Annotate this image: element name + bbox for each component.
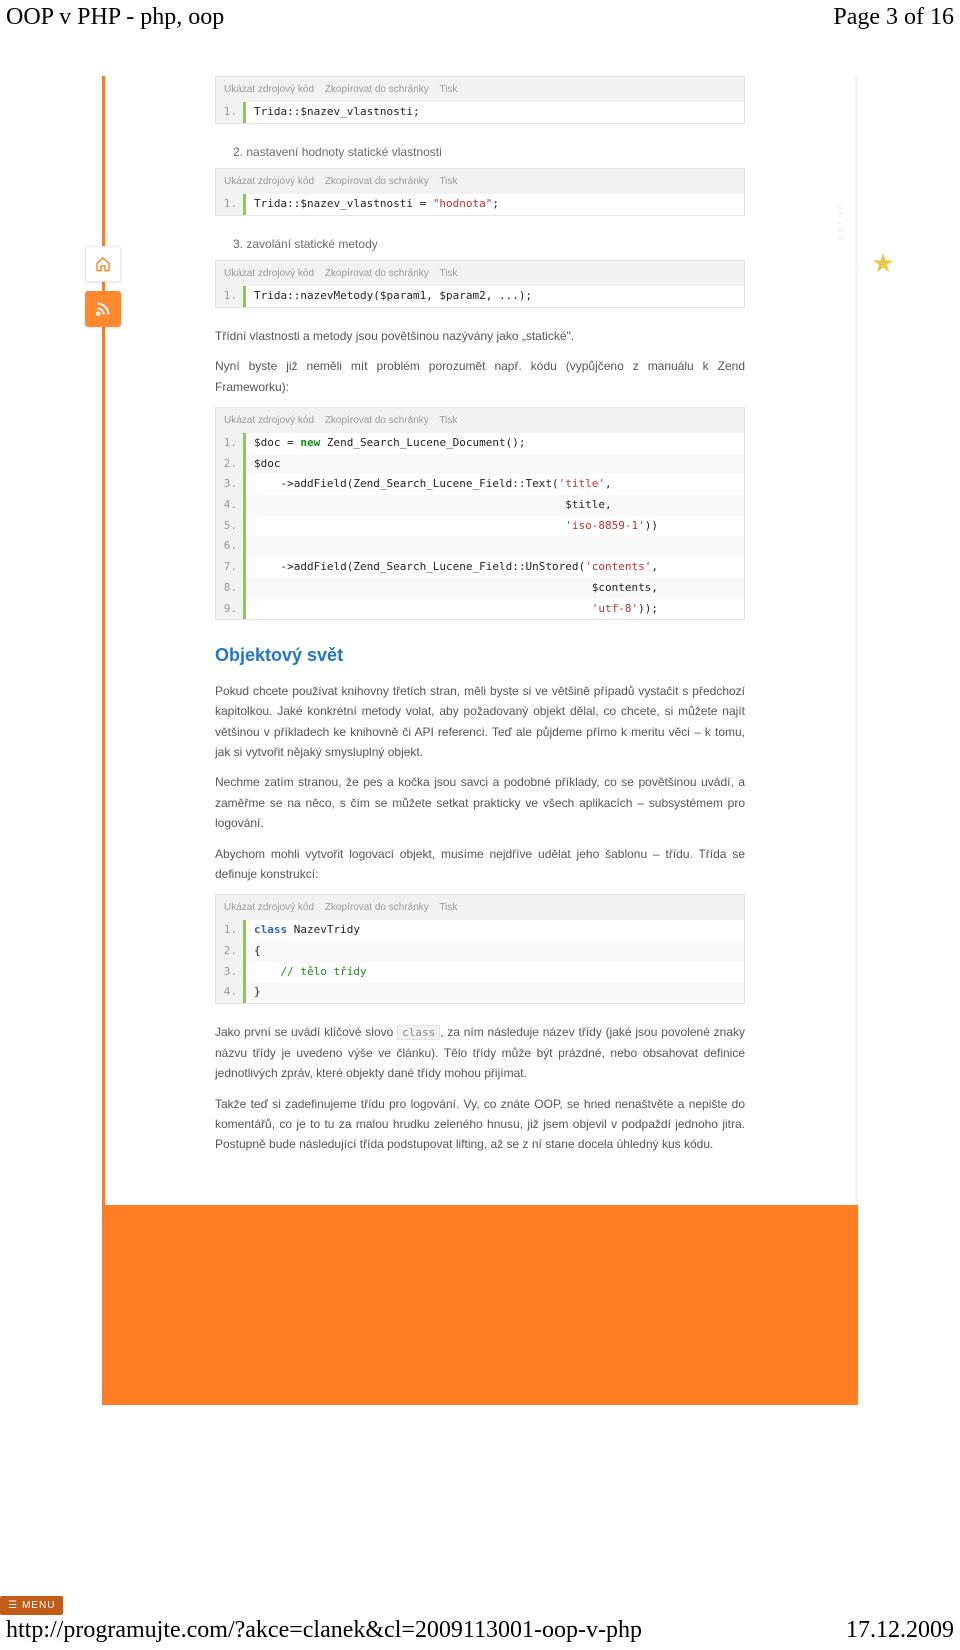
code-toolbar: Ukázat zdrojový kód Zkopírovat do schrán… — [216, 408, 744, 433]
code-toolbar-copy[interactable]: Zkopírovat do schránky — [325, 84, 429, 95]
line-number: 1. — [216, 286, 246, 307]
code-line — [246, 536, 744, 557]
line-number: 3. — [216, 474, 246, 495]
menu-label: MENU — [22, 1600, 55, 1611]
code-toolbar-print[interactable]: Tisk — [439, 176, 457, 187]
footer-url: http://programujte.com/?akce=clanek&cl=2… — [6, 1617, 642, 1644]
code-toolbar: Ukázat zdrojový kód Zkopírovat do schrán… — [216, 169, 744, 194]
section-heading-objektovy-svet: Objektový svět — [215, 640, 745, 671]
paragraph-static: Třídní vlastnosti a metody jsou povětšin… — [215, 326, 745, 346]
page-indicator: Page 3 of 16 — [833, 4, 954, 31]
menu-tab[interactable]: ☰ MENU — [0, 1596, 63, 1615]
line-number: 7. — [216, 557, 246, 578]
article-body: Ukázat zdrojový kód Zkopírovat do schrán… — [105, 76, 855, 1205]
paragraph-intro-1: Pokud chcete používat knihovny třetích s… — [215, 681, 745, 763]
code-line: Trida::$nazev_vlastnosti = "hodnota"; — [246, 194, 744, 215]
paragraph-intro-3: Abychom mohli vytvořit logovací objekt, … — [215, 844, 745, 885]
code-block-3: Ukázat zdrojový kód Zkopírovat do schrán… — [215, 260, 745, 308]
code-toolbar-print[interactable]: Tisk — [439, 902, 457, 913]
code-block-2: Ukázat zdrojový kód Zkopírovat do schrán… — [215, 168, 745, 216]
menu-icon: ☰ — [8, 1600, 18, 1611]
line-number: 2. — [216, 454, 246, 475]
code-toolbar-copy[interactable]: Zkopírovat do schránky — [325, 902, 429, 913]
code-toolbar-show[interactable]: Ukázat zdrojový kód — [224, 176, 314, 187]
code-toolbar-print[interactable]: Tisk — [439, 415, 457, 426]
code-line: 'iso-8859-1')) — [246, 516, 744, 537]
line-number: 4. — [216, 495, 246, 516]
code-toolbar-copy[interactable]: Zkopírovat do schránky — [325, 176, 429, 187]
footer-date: 17.12.2009 — [846, 1617, 954, 1644]
code-toolbar: Ukázat zdrojový kód Zkopírovat do schrán… — [216, 895, 744, 920]
code-toolbar-show[interactable]: Ukázat zdrojový kód — [224, 902, 314, 913]
code-line: $doc = new Zend_Search_Lucene_Document()… — [246, 433, 744, 454]
code-line: } — [246, 982, 744, 1003]
code-block-5: Ukázat zdrojový kód Zkopírovat do schrán… — [215, 894, 745, 1004]
code-line: Trida::nazevMetody($param1, $param2, ...… — [246, 286, 744, 307]
star-icon[interactable]: ★ — [866, 246, 900, 280]
code-block-4: Ukázat zdrojový kód Zkopírovat do schrán… — [215, 407, 745, 620]
code-line: Trida::$nazev_vlastnosti; — [246, 102, 744, 123]
numbered-step-2: 2. nastavení hodnoty statické vlastnosti — [233, 142, 745, 162]
home-icon[interactable] — [85, 246, 121, 282]
code-line: ->addField(Zend_Search_Lucene_Field::Tex… — [246, 474, 744, 495]
paragraph-class-explain: Jako první se uvádí klíčové slovo class,… — [215, 1022, 745, 1083]
line-number: 5. — [216, 516, 246, 537]
line-number: 1. — [216, 433, 246, 454]
code-line: // tělo třídy — [246, 962, 744, 983]
line-number: 6. — [216, 536, 246, 557]
line-number: 2. — [216, 941, 246, 962]
line-number: 1. — [216, 920, 246, 941]
code-line: class NazevTridy — [246, 920, 744, 941]
paragraph-logging: Takže teď si zadefinujeme třídu pro logo… — [215, 1094, 745, 1155]
code-toolbar-print[interactable]: Tisk — [439, 268, 457, 279]
line-number: 4. — [216, 982, 246, 1003]
line-number: 1. — [216, 102, 246, 123]
code-toolbar-show[interactable]: Ukázat zdrojový kód — [224, 415, 314, 426]
code-toolbar: Ukázat zdrojový kód Zkopírovat do schrán… — [216, 261, 744, 286]
line-number: 9. — [216, 599, 246, 620]
code-toolbar-print[interactable]: Tisk — [439, 84, 457, 95]
code-toolbar-show[interactable]: Ukázat zdrojový kód — [224, 84, 314, 95]
line-number: 3. — [216, 962, 246, 983]
code-toolbar: Ukázat zdrojový kód Zkopírovat do schrán… — [216, 77, 744, 102]
code-block-1: Ukázat zdrojový kód Zkopírovat do schrán… — [215, 76, 745, 124]
code-toolbar-show[interactable]: Ukázat zdrojový kód — [224, 268, 314, 279]
code-line: $contents, — [246, 578, 744, 599]
page-title: OOP v PHP - php, oop — [6, 4, 224, 31]
line-number: 8. — [216, 578, 246, 599]
paragraph-intro-2: Nechme zatím stranou, že pes a kočka jso… — [215, 772, 745, 833]
numbered-step-3: 3. zavolání statické metody — [233, 234, 745, 254]
code-line: ->addField(Zend_Search_Lucene_Field::UnS… — [246, 557, 744, 578]
code-line: 'utf-8')); — [246, 599, 744, 620]
code-toolbar-copy[interactable]: Zkopírovat do schránky — [325, 268, 429, 279]
inline-code-class: class — [397, 1025, 440, 1040]
code-line: $title, — [246, 495, 744, 516]
sidebar-label: obsah — [835, 201, 845, 241]
bottom-banner — [102, 1205, 858, 1405]
line-number: 1. — [216, 194, 246, 215]
rss-icon[interactable] — [85, 291, 121, 327]
code-toolbar-copy[interactable]: Zkopírovat do schránky — [325, 415, 429, 426]
code-line: $doc — [246, 454, 744, 475]
code-line: { — [246, 941, 744, 962]
paragraph-zend-intro: Nyní byste již neměli mít problém porozu… — [215, 356, 745, 397]
